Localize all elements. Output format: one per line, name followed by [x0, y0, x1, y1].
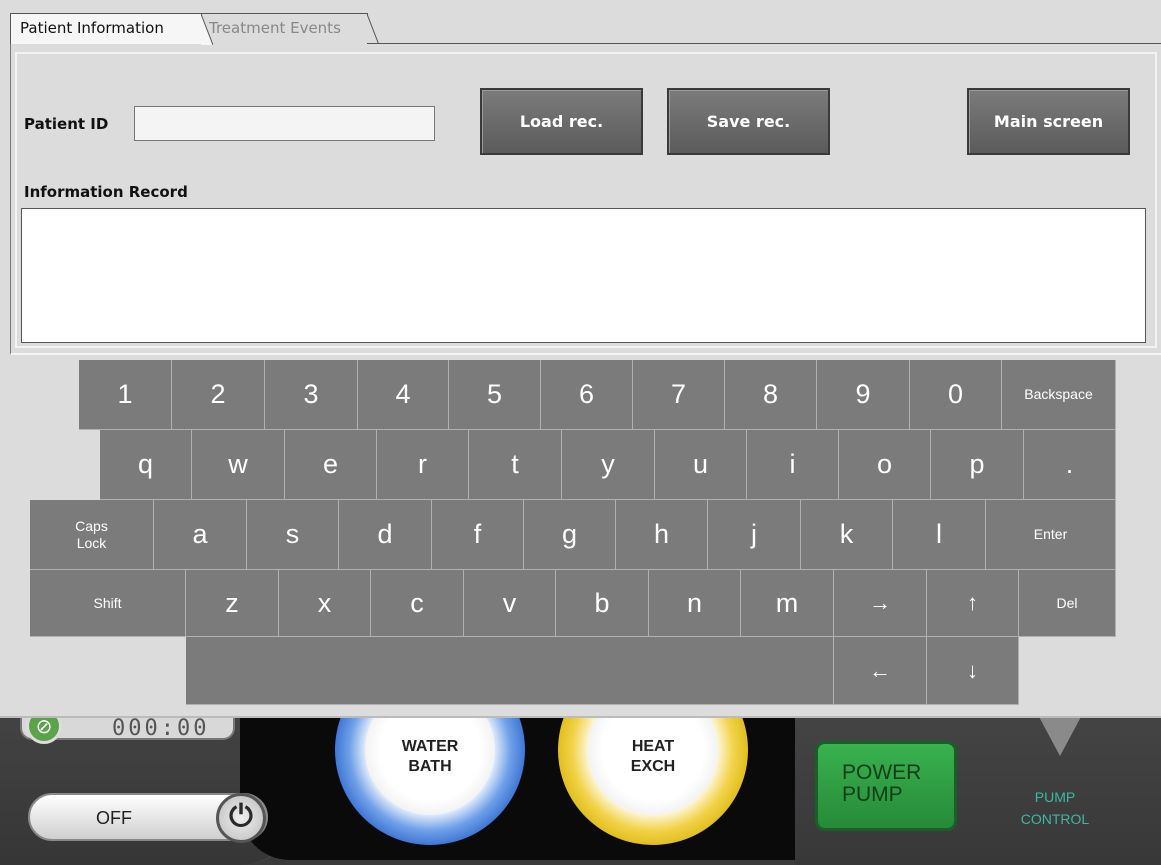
key-g[interactable]: g — [524, 500, 616, 570]
key-r[interactable]: r — [377, 430, 469, 500]
water-bath-label-1: WATER — [401, 738, 459, 755]
key-arrow-left[interactable]: ← — [834, 637, 927, 705]
patient-id-input[interactable] — [134, 106, 435, 141]
information-record-textarea[interactable] — [21, 208, 1146, 343]
key-8[interactable]: 8 — [725, 360, 817, 430]
key-space[interactable] — [186, 637, 834, 705]
key-3[interactable]: 3 — [265, 360, 358, 430]
device-background-panel: 000:00 ⊘ OFF ⏻ WATER BATH HEAT EXCH POWE… — [0, 700, 1161, 865]
key-c[interactable]: c — [371, 570, 464, 637]
key-5[interactable]: 5 — [449, 360, 541, 430]
key-arrow-down[interactable]: ↓ — [927, 637, 1019, 705]
save-record-button[interactable]: Save rec. — [667, 88, 830, 155]
key-6[interactable]: 6 — [541, 360, 633, 430]
key-z[interactable]: z — [186, 570, 279, 637]
key-a[interactable]: a — [154, 500, 247, 570]
on-screen-keyboard: 1 2 3 4 5 6 7 8 9 0 Backspace q w e r t … — [0, 355, 1161, 718]
key-t[interactable]: t — [469, 430, 562, 500]
main-screen-button[interactable]: Main screen — [967, 88, 1130, 155]
tab-patient-information-label: Patient Information — [20, 19, 164, 37]
key-period[interactable]: . — [1024, 430, 1116, 500]
key-7[interactable]: 7 — [633, 360, 725, 430]
key-v[interactable]: v — [464, 570, 556, 637]
key-f[interactable]: f — [432, 500, 524, 570]
key-k[interactable]: k — [801, 500, 893, 570]
pump-control-label-2: CONTROL — [1020, 811, 1090, 827]
tab-treatment-events-label: Treatment Events — [209, 19, 341, 37]
key-y[interactable]: y — [562, 430, 655, 500]
key-i[interactable]: i — [747, 430, 839, 500]
tab-patient-information[interactable]: Patient Information — [10, 13, 213, 45]
heat-exch-label-2: EXCH — [630, 758, 676, 775]
power-pump-label-2: PUMP — [842, 783, 903, 806]
tab-edge — [367, 14, 379, 45]
pump-control-label-1: PUMP — [1034, 789, 1076, 805]
key-l[interactable]: l — [893, 500, 986, 570]
key-d[interactable]: d — [339, 500, 432, 570]
key-0[interactable]: 0 — [910, 360, 1002, 430]
power-switch-label: OFF — [96, 808, 132, 828]
key-arrow-right[interactable]: → — [834, 570, 927, 637]
patient-id-label: Patient ID — [24, 115, 109, 133]
key-w[interactable]: w — [192, 430, 285, 500]
key-u[interactable]: u — [655, 430, 747, 500]
power-icon[interactable]: ⏻ — [216, 793, 266, 843]
power-switch[interactable]: OFF ⏻ — [28, 793, 268, 843]
pump-control-label: PUMP CONTROL — [1000, 786, 1110, 830]
key-1[interactable]: 1 — [79, 360, 172, 430]
key-2[interactable]: 2 — [172, 360, 265, 430]
patient-info-window: Patient Information Treatment Events Pat… — [0, 0, 1161, 355]
key-m[interactable]: m — [741, 570, 834, 637]
key-n[interactable]: n — [649, 570, 741, 637]
timer-value: 000:00 — [112, 716, 210, 741]
tab-bar: Patient Information Treatment Events — [0, 0, 1161, 45]
power-pump-button[interactable]: POWER PUMP — [815, 741, 957, 831]
key-backspace[interactable]: Backspace — [1002, 360, 1116, 430]
key-o[interactable]: o — [839, 430, 931, 500]
key-s[interactable]: s — [247, 500, 339, 570]
power-pump-label-1: POWER — [842, 761, 922, 784]
key-x[interactable]: x — [279, 570, 371, 637]
heat-exch-label-1: HEAT — [631, 738, 675, 755]
key-shift[interactable]: Shift — [30, 570, 186, 637]
load-record-button[interactable]: Load rec. — [480, 88, 643, 155]
key-e[interactable]: e — [285, 430, 377, 500]
key-q[interactable]: q — [100, 430, 192, 500]
key-delete[interactable]: Del — [1019, 570, 1116, 637]
key-9[interactable]: 9 — [817, 360, 910, 430]
key-b[interactable]: b — [556, 570, 649, 637]
key-caps-lock[interactable]: Caps Lock — [30, 500, 154, 570]
information-record-label: Information Record — [24, 183, 188, 201]
key-4[interactable]: 4 — [358, 360, 449, 430]
key-h[interactable]: h — [616, 500, 708, 570]
key-arrow-up[interactable]: ↑ — [927, 570, 1019, 637]
water-bath-label-2: BATH — [408, 758, 452, 775]
tab-edge — [201, 14, 213, 45]
tab-treatment-events[interactable]: Treatment Events — [198, 13, 379, 45]
key-p[interactable]: p — [931, 430, 1024, 500]
key-enter[interactable]: Enter — [986, 500, 1116, 570]
key-j[interactable]: j — [708, 500, 801, 570]
